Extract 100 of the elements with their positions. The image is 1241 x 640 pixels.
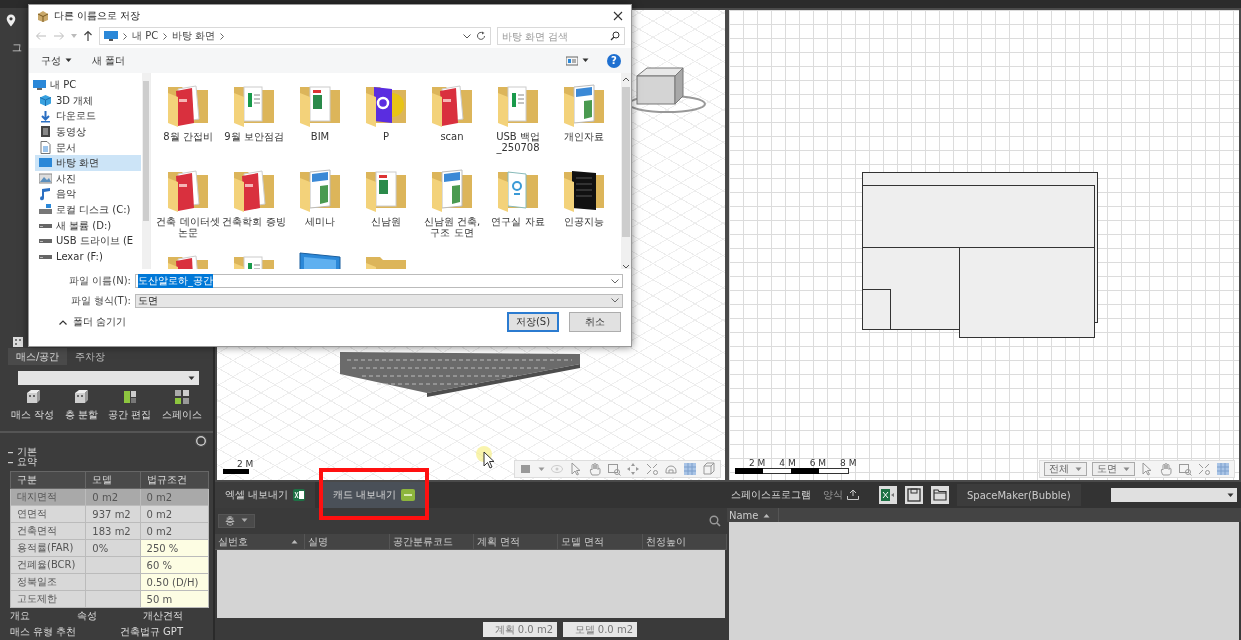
tool-button[interactable]: 공간 편집 <box>106 387 154 427</box>
pointer-icon[interactable] <box>1140 462 1154 476</box>
excel-button[interactable] <box>879 486 897 504</box>
chevron-icon <box>123 32 127 40</box>
close-icon[interactable] <box>613 10 623 21</box>
tab[interactable]: 주차장 <box>67 348 114 365</box>
folder-tree-item[interactable]: 문서 <box>35 139 141 156</box>
refresh-icon[interactable] <box>476 31 486 42</box>
column-header[interactable]: 모델 면적 <box>558 534 643 549</box>
tab[interactable]: 매스 유형 추천 <box>4 624 83 640</box>
folder-tree-item[interactable]: Lexar (F:) <box>35 248 141 265</box>
orbit-icon[interactable] <box>626 462 640 476</box>
file-item[interactable]: 신남원 <box>353 166 419 252</box>
plan-viewport[interactable]: 2 M 4 M 6 M 8 M 전체 도면 <box>727 8 1241 482</box>
folder-tree-item[interactable]: 내 PC <box>29 77 141 93</box>
eye-icon[interactable] <box>550 462 564 476</box>
folder-tree-item[interactable]: USB 드라이브 (E <box>35 233 141 249</box>
floor-dropdown[interactable]: 층 <box>218 513 255 528</box>
tab[interactable]: 속성 <box>70 608 103 624</box>
save-button[interactable] <box>905 486 923 504</box>
column-header[interactable]: 천정높이 <box>642 534 727 549</box>
grid-icon <box>173 389 190 405</box>
cube-icon <box>39 94 52 108</box>
folder-tree-item[interactable]: 로컬 디스크 (C:) <box>35 202 141 218</box>
zoom-window-icon[interactable] <box>607 462 621 476</box>
hide-folders-button[interactable]: 폴더 숨기기 <box>53 314 133 331</box>
cube-icon[interactable] <box>702 462 716 476</box>
file-item[interactable]: 건축 데이터셋 논문 <box>155 166 221 252</box>
view-dropdown[interactable]: 도면 <box>1092 462 1135 476</box>
chevron-down-icon[interactable] <box>463 33 471 39</box>
tab[interactable]: 개산견적 <box>137 608 189 624</box>
square-icon[interactable] <box>519 462 533 476</box>
back-icon[interactable] <box>35 31 47 42</box>
pointer-icon[interactable] <box>569 462 583 476</box>
spreadsheet-icon <box>881 489 895 501</box>
file-item[interactable]: P <box>353 81 419 167</box>
folder-tree-item[interactable]: 새 볼륨 (D:) <box>35 217 141 234</box>
grid-toggle-icon[interactable] <box>683 462 697 476</box>
folder-tree-item[interactable]: 사진 <box>35 170 141 187</box>
view-menu[interactable] <box>564 53 591 68</box>
folder-tree-item[interactable]: 바탕 화면 <box>35 155 141 171</box>
tool-button[interactable]: 층 분할 <box>62 387 100 427</box>
organize-menu[interactable]: 구성 <box>39 51 74 70</box>
caret-icon <box>538 466 545 472</box>
filetype-dropdown[interactable]: 도면 <box>135 293 623 308</box>
up-arrow-icon[interactable] <box>83 30 93 43</box>
helmet-icon[interactable] <box>664 462 678 476</box>
breadcrumb-link[interactable]: 내 PC <box>132 29 159 44</box>
pan-icon[interactable] <box>588 462 602 476</box>
column-header[interactable]: 계획 면적 <box>474 534 559 549</box>
tab[interactable]: 건축법규 GPT <box>113 624 189 640</box>
column-header[interactable]: 실번호 <box>215 534 306 549</box>
folder-tree-item[interactable]: 3D 개체 <box>35 93 141 109</box>
upload-icon[interactable] <box>847 490 859 500</box>
tab[interactable]: 엑셀 내보내기 <box>215 482 316 508</box>
zoom-extents-icon[interactable] <box>1197 462 1211 476</box>
caret-icon[interactable] <box>71 34 77 39</box>
column-header: 모델 <box>85 471 141 489</box>
scale-label: 8 M <box>840 458 857 468</box>
tab[interactable]: 캐드 내보내기 <box>323 482 426 508</box>
scrollbar[interactable] <box>621 73 631 270</box>
file-item[interactable]: 개인자료 <box>551 81 617 167</box>
refresh-icon[interactable] <box>195 435 207 447</box>
column-header[interactable]: 실명 <box>305 534 390 549</box>
file-item[interactable]: 9월 보안점검 <box>221 81 287 167</box>
breadcrumb-link[interactable]: 바탕 화면 <box>172 29 216 44</box>
address-bar[interactable]: 내 PC 바탕 화면 <box>99 27 491 46</box>
forward-icon[interactable] <box>53 31 65 42</box>
tab[interactable]: 매스/공간 <box>8 348 68 365</box>
help-button[interactable]: ? <box>607 53 621 68</box>
folder-tree-item[interactable]: 동영상 <box>35 124 141 140</box>
file-item[interactable]: 신남원 건축, 구조 도면 <box>419 166 485 252</box>
file-item[interactable]: BIM <box>287 81 353 167</box>
search-field[interactable]: 바탕 화면 검색 <box>497 27 625 46</box>
view-dropdown[interactable]: 전체 <box>1044 462 1087 476</box>
grid-toggle-icon[interactable] <box>1216 462 1230 476</box>
search-icon[interactable] <box>709 514 721 527</box>
tool-button[interactable]: 매스 작성 <box>9 387 57 427</box>
folder-tree-item[interactable]: 음악 <box>35 186 141 203</box>
cancel-button[interactable]: 취소 <box>569 312 621 333</box>
file-item[interactable]: 인공지능 <box>551 166 617 252</box>
tab[interactable]: 개요 <box>4 608 36 624</box>
filename-field[interactable]: 도산알로하_공간 <box>135 274 623 289</box>
zoom-window-icon[interactable] <box>1178 462 1192 476</box>
column-header[interactable]: 공간분류코드 <box>389 534 474 549</box>
file-item[interactable]: 세미나 <box>287 166 353 252</box>
new-folder-button[interactable]: 새 폴더 <box>90 51 128 70</box>
file-item[interactable]: 연구실 자료 <box>485 166 551 252</box>
mode-button[interactable]: SpaceMaker(Bubble) <box>957 484 1081 506</box>
scale-label: 2 M <box>237 459 254 469</box>
save-button[interactable]: 저장(S) <box>507 312 559 333</box>
folder-tree-item[interactable]: 다운로드 <box>35 108 141 125</box>
tool-button[interactable]: 스페이스 <box>159 387 204 427</box>
file-item[interactable]: 8월 간접비 <box>155 81 221 167</box>
file-item[interactable]: scan <box>419 81 485 167</box>
zoom-extents-icon[interactable] <box>645 462 659 476</box>
file-item[interactable]: USB 백업 _250708 <box>485 81 551 167</box>
file-item[interactable]: 건축학회 증빙 <box>221 166 287 252</box>
pan-icon[interactable] <box>1159 462 1173 476</box>
open-button[interactable] <box>931 486 949 504</box>
